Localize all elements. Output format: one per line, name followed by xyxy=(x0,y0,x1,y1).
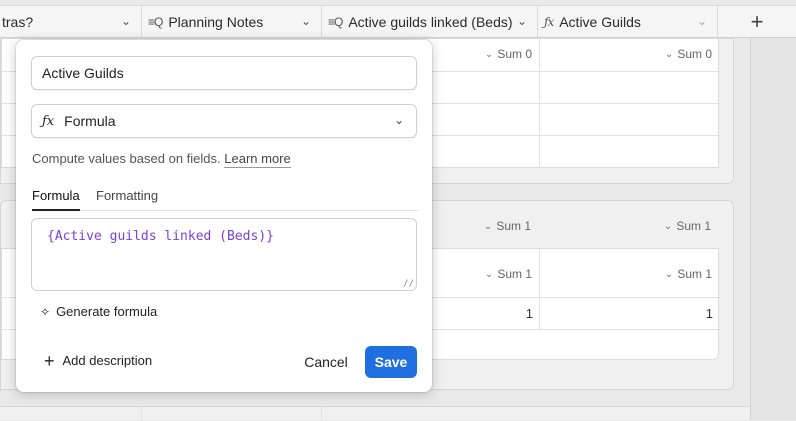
column-label: Active Guilds xyxy=(559,14,641,30)
summary-sum[interactable]: ⌄ Sum 0 xyxy=(622,45,712,63)
chevron-down-icon[interactable]: ⌄ xyxy=(121,14,131,28)
save-button[interactable]: Save xyxy=(365,346,417,378)
summary-sum[interactable]: ⌄ Sum 1 xyxy=(442,265,532,283)
chevron-down-icon: ⌄ xyxy=(484,48,494,60)
cancel-button[interactable]: Cancel xyxy=(298,346,354,378)
column-header-extras[interactable]: tras? ⌄ xyxy=(0,6,142,38)
group-3 xyxy=(0,406,750,421)
generate-formula-button[interactable]: ✧ Generate formula xyxy=(40,304,157,319)
column-header-active-guilds[interactable]: ƒx Active Guilds ⌄ xyxy=(538,6,718,38)
grid-header: tras? ⌄ ≡Q Planning Notes ⌄ ≡Q Active gu… xyxy=(0,5,796,38)
chevron-down-icon: ⌄ xyxy=(664,268,674,280)
add-description-button[interactable]: + Add description xyxy=(44,350,152,371)
column-divider xyxy=(539,39,540,169)
tab-active-indicator xyxy=(32,209,80,211)
column-header-planning-notes[interactable]: ≡Q Planning Notes ⌄ xyxy=(142,6,322,38)
field-name-input[interactable]: Active Guilds xyxy=(31,56,417,90)
summary-sum[interactable]: ⌄ Sum 1 xyxy=(622,265,712,283)
column-label: tras? xyxy=(2,14,34,30)
tab-formula[interactable]: Formula xyxy=(32,188,80,203)
tab-formatting[interactable]: Formatting xyxy=(96,188,158,203)
chevron-down-icon: ⌄ xyxy=(664,48,674,60)
chevron-down-icon: ⌄ xyxy=(663,220,673,232)
resize-handle-icon[interactable]: ∕∕ xyxy=(403,279,414,289)
chevron-down-icon: ⌄ xyxy=(484,268,494,280)
column-divider xyxy=(141,407,142,421)
lookup-icon: ≡Q xyxy=(148,15,163,29)
cell-value[interactable]: 1 xyxy=(442,306,533,321)
field-type-select[interactable]: ƒx Formula ⌄ xyxy=(31,104,417,138)
add-column-button[interactable]: + xyxy=(718,6,796,38)
learn-more-link[interactable]: Learn more xyxy=(224,151,291,168)
lookup-icon: ≡Q xyxy=(328,15,343,29)
field-config-popup: Active Guilds ƒx Formula ⌄ Compute value… xyxy=(16,40,432,392)
chevron-down-icon[interactable]: ⌄ xyxy=(697,14,707,28)
grid-empty-area xyxy=(750,38,796,420)
summary-sum[interactable]: ⌄ Sum 1 xyxy=(621,217,711,235)
column-header-active-guilds-linked[interactable]: ≡Q Active guilds linked (Beds) ⌄ xyxy=(322,6,538,38)
summary-sum[interactable]: ⌄ Sum 1 xyxy=(441,217,531,235)
tabs: Formula Formatting xyxy=(32,188,418,211)
summary-sum[interactable]: ⌄ Sum 0 xyxy=(442,45,532,63)
chevron-down-icon: ⌄ xyxy=(483,220,493,232)
column-label: Planning Notes xyxy=(168,14,264,30)
sparkle-icon: ✧ xyxy=(40,304,51,319)
column-label: Active guilds linked (Beds) xyxy=(348,14,513,30)
formula-icon: ƒx xyxy=(544,15,554,29)
helper-text: Compute values based on fields. Learn mo… xyxy=(32,151,291,168)
chevron-down-icon[interactable]: ⌄ xyxy=(517,14,527,28)
column-divider xyxy=(539,249,540,329)
column-divider xyxy=(321,407,322,421)
formula-icon: ƒx xyxy=(42,113,55,129)
chevron-down-icon: ⌄ xyxy=(393,113,404,127)
formula-editor[interactable]: {Active guilds linked (Beds)} ∕∕ xyxy=(31,218,417,291)
cell-value[interactable]: 1 xyxy=(622,306,713,321)
chevron-down-icon[interactable]: ⌄ xyxy=(301,14,311,28)
plus-icon: + xyxy=(44,350,55,371)
